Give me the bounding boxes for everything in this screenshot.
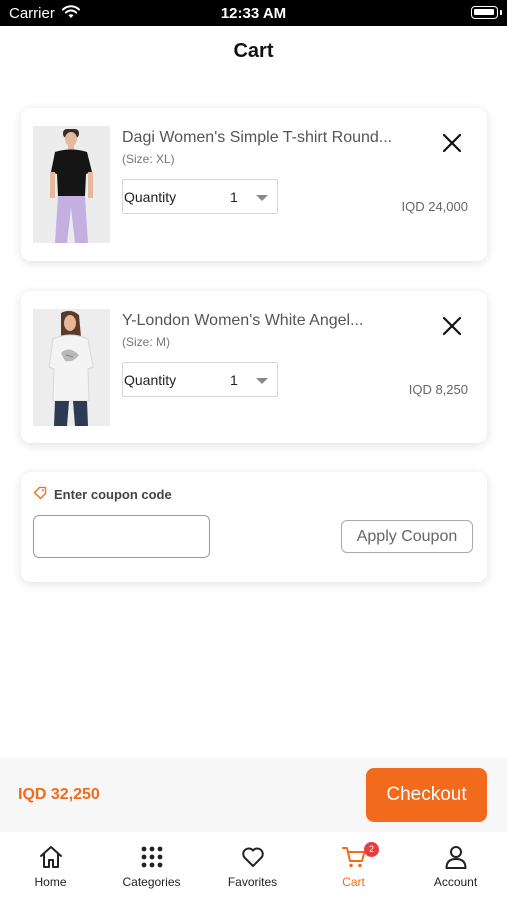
tag-icon — [33, 486, 47, 500]
quantity-value: 1 — [230, 372, 238, 388]
quantity-value: 1 — [230, 189, 238, 205]
quantity-select[interactable]: Quantity 1 — [122, 362, 278, 397]
product-price: IQD 24,000 — [401, 199, 469, 214]
tab-label: Categories — [122, 875, 181, 889]
coupon-section: Enter coupon code Apply Coupon — [21, 472, 487, 582]
product-image[interactable] — [33, 309, 110, 426]
coupon-input[interactable] — [33, 515, 210, 558]
product-name[interactable]: Y-London Women's White Angel... — [122, 312, 427, 330]
quantity-label: Quantity — [124, 372, 177, 388]
product-photo-1 — [33, 126, 110, 243]
coupon-label: Enter coupon code — [54, 487, 172, 502]
product-size: (Size: M) — [122, 335, 170, 349]
tab-label: Account — [433, 875, 478, 889]
cart-item: Y-London Women's White Angel... (Size: M… — [21, 291, 487, 443]
home-icon — [40, 846, 62, 868]
tab-categories[interactable]: Categories — [101, 832, 202, 900]
tab-account[interactable]: Account — [405, 832, 506, 900]
quantity-select[interactable]: Quantity 1 — [122, 179, 278, 214]
user-icon — [445, 846, 467, 869]
cart-badge: 2 — [364, 842, 379, 857]
chevron-down-icon — [256, 378, 268, 384]
tab-label: Cart — [342, 875, 365, 889]
quantity-label: Quantity — [124, 189, 177, 205]
status-bar: Carrier 12:33 AM — [0, 0, 507, 26]
remove-item-button[interactable] — [439, 313, 465, 339]
product-price: IQD 8,250 — [408, 382, 468, 397]
checkout-bar: IQD 32,250 Checkout — [0, 758, 507, 832]
heart-icon — [242, 847, 264, 867]
battery-icon — [471, 6, 502, 19]
clock: 12:33 AM — [220, 5, 287, 22]
tab-label: Favorites — [227, 875, 278, 889]
tab-label: Home — [34, 875, 67, 889]
remove-item-button[interactable] — [439, 130, 465, 156]
product-size: (Size: XL) — [122, 152, 175, 166]
tab-cart[interactable]: 2 Cart — [303, 832, 404, 900]
page-title: Cart — [233, 40, 274, 62]
product-image[interactable] — [33, 126, 110, 243]
tab-bar: Home Categories Favorites 2 Cart Account — [0, 832, 507, 900]
apply-coupon-button[interactable]: Apply Coupon — [341, 520, 473, 553]
tab-favorites[interactable]: Favorites — [202, 832, 303, 900]
tab-home[interactable]: Home — [0, 832, 101, 900]
grid-icon — [141, 846, 163, 868]
chevron-down-icon — [256, 195, 268, 201]
product-name[interactable]: Dagi Women's Simple T-shirt Round... — [122, 129, 427, 147]
cart-item: Dagi Women's Simple T-shirt Round... (Si… — [21, 108, 487, 261]
checkout-button[interactable]: Checkout — [366, 768, 487, 822]
product-photo-2 — [33, 309, 110, 426]
cart-total: IQD 32,250 — [18, 786, 100, 803]
